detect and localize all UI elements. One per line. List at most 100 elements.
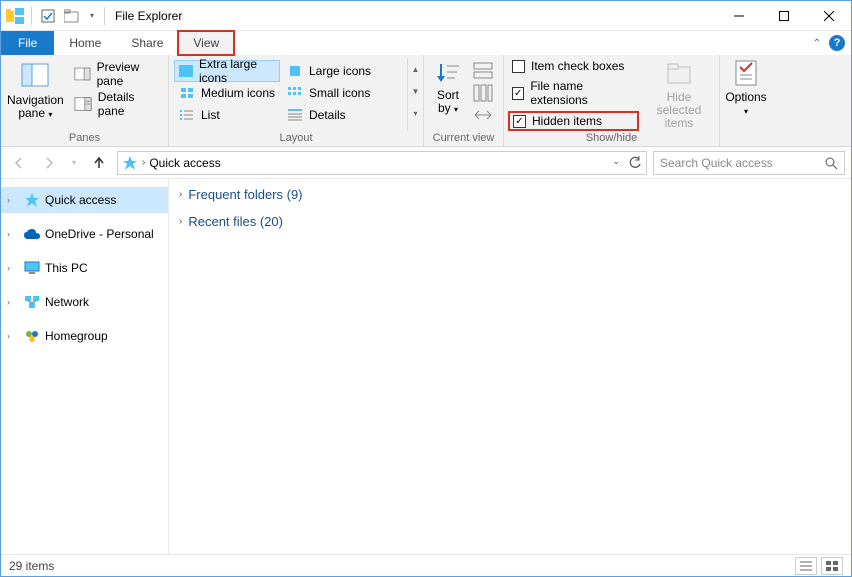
view-mode-thumbnails-button[interactable] [821, 557, 843, 575]
help-icon[interactable]: ? [829, 35, 845, 51]
forward-button[interactable] [37, 151, 61, 175]
hide-selected-items-button[interactable]: Hide selected items [645, 59, 713, 131]
layout-scroll-up[interactable]: ▲ [408, 58, 423, 80]
back-button[interactable] [7, 151, 31, 175]
qat-dropdown-icon[interactable]: ▾ [86, 6, 98, 26]
ribbon-group-layout: Extra large icons Large icons Medium ico… [169, 55, 424, 146]
group-by-button[interactable] [472, 61, 494, 81]
tree-onedrive[interactable]: › OneDrive - Personal [1, 221, 168, 247]
tree-homegroup[interactable]: › Homegroup [1, 323, 168, 349]
layout-details[interactable]: Details [282, 104, 388, 126]
quick-access-toolbar: ▾ [1, 6, 102, 26]
window-controls [716, 1, 851, 30]
ribbon-group-panes: Navigation pane ▾ Preview pane Details p… [1, 55, 169, 146]
ribbon-view: Navigation pane ▾ Preview pane Details p… [1, 55, 851, 147]
expand-arrow-icon[interactable]: › [7, 331, 19, 341]
refresh-button[interactable] [628, 156, 642, 170]
expand-arrow-icon[interactable]: › [7, 297, 19, 307]
item-check-boxes-toggle[interactable]: Item check boxes [510, 59, 637, 73]
layout-list[interactable]: List [174, 104, 280, 126]
status-item-count: 29 items [9, 559, 54, 573]
content-pane: › Frequent folders (9) › Recent files (2… [169, 179, 851, 554]
search-icon [824, 156, 838, 170]
preview-pane-label: Preview pane [97, 60, 158, 88]
currentview-group-label: Current view [424, 131, 503, 146]
view-mode-details-button[interactable] [795, 557, 817, 575]
tab-share[interactable]: Share [116, 31, 178, 55]
layout-scroll-down[interactable]: ▼ [408, 80, 423, 102]
tree-quick-access[interactable]: › Quick access [1, 187, 168, 213]
small-icons-icon [286, 85, 304, 101]
title-divider [104, 7, 105, 25]
chevron-right-icon: › [179, 189, 182, 200]
close-button[interactable] [806, 1, 851, 30]
address-bar[interactable]: › Quick access ⌄ [117, 151, 647, 175]
properties-icon[interactable] [38, 6, 58, 26]
tree-item-label: Homegroup [45, 329, 108, 343]
expand-arrow-icon[interactable]: › [7, 229, 19, 239]
details-pane-button[interactable]: Details pane [70, 94, 162, 114]
expand-arrow-icon[interactable]: › [7, 263, 19, 273]
frequent-folders-label: Frequent folders (9) [188, 187, 302, 202]
tree-item-label: OneDrive - Personal [45, 227, 154, 241]
ribbon-group-options: Options▾ [720, 55, 772, 146]
hidden-items-label: Hidden items [532, 114, 602, 128]
layout-item-label: Extra large icons [199, 57, 276, 85]
tree-item-label: This PC [45, 261, 88, 275]
file-name-extensions-toggle[interactable]: ✓ File name extensions [510, 79, 637, 107]
tab-file[interactable]: File [1, 31, 54, 55]
options-label: Options▾ [725, 91, 766, 118]
section-recent-files[interactable]: › Recent files (20) [179, 214, 841, 229]
tree-this-pc[interactable]: › This PC [1, 255, 168, 281]
sort-icon [434, 59, 462, 87]
recent-locations-button[interactable]: ▾ [67, 151, 81, 175]
hide-selected-label: Hide selected items [645, 91, 713, 130]
maximize-button[interactable] [761, 1, 806, 30]
address-root[interactable]: › [122, 155, 145, 171]
layout-gallery-expand[interactable]: ▾ [408, 102, 423, 124]
address-dropdown-button[interactable]: ⌄ [608, 156, 624, 170]
tab-home[interactable]: Home [54, 31, 116, 55]
layout-large-icons[interactable]: Large icons [282, 60, 388, 82]
sort-by-label: Sort by ▾ [437, 89, 459, 116]
navigation-tree: › Quick access › OneDrive - Personal › T… [1, 179, 169, 554]
up-button[interactable] [87, 151, 111, 175]
checkbox-icon [512, 60, 525, 73]
search-box[interactable]: Search Quick access [653, 151, 845, 175]
panes-group-label: Panes [1, 131, 168, 146]
item-check-boxes-label: Item check boxes [531, 59, 624, 73]
expand-arrow-icon[interactable]: › [7, 195, 19, 205]
showhide-group-label: Show/hide [504, 131, 719, 146]
tab-view[interactable]: View [178, 31, 234, 55]
onedrive-icon [23, 225, 41, 243]
layout-item-label: Small icons [309, 86, 370, 100]
new-folder-icon[interactable] [62, 6, 82, 26]
layout-extra-large-icons[interactable]: Extra large icons [174, 60, 280, 82]
section-frequent-folders[interactable]: › Frequent folders (9) [179, 187, 841, 202]
search-placeholder: Search Quick access [660, 156, 773, 170]
add-columns-button[interactable] [472, 83, 494, 103]
tree-network[interactable]: › Network [1, 289, 168, 315]
checkbox-icon: ✓ [512, 87, 524, 100]
window-title: File Explorer [115, 9, 182, 23]
address-segment-quick-access[interactable]: Quick access [149, 156, 220, 170]
medium-icons-icon [178, 85, 196, 101]
layout-medium-icons[interactable]: Medium icons [174, 82, 280, 104]
options-button[interactable]: Options▾ [725, 57, 766, 118]
size-columns-button[interactable] [472, 105, 494, 125]
navigation-pane-button[interactable]: Navigation pane ▾ [7, 58, 64, 121]
layout-small-icons[interactable]: Small icons [282, 82, 388, 104]
chevron-right-icon: › [142, 157, 145, 168]
minimize-button[interactable] [716, 1, 761, 30]
extra-large-icons-icon [178, 63, 194, 79]
options-icon [730, 57, 762, 89]
navigation-pane-label: Navigation pane ▾ [7, 94, 64, 121]
ribbon-group-showhide: Item check boxes ✓ File name extensions … [504, 55, 720, 146]
preview-pane-button[interactable]: Preview pane [70, 64, 162, 84]
hidden-items-toggle[interactable]: ✓ Hidden items [510, 113, 637, 129]
large-icons-icon [286, 63, 304, 79]
collapse-ribbon-icon[interactable]: ⌃ [813, 38, 821, 49]
sort-by-button[interactable]: Sort by ▾ [430, 57, 466, 131]
title-bar: ▾ File Explorer [1, 1, 851, 31]
ribbon-right-controls: ⌃ ? [813, 31, 845, 55]
